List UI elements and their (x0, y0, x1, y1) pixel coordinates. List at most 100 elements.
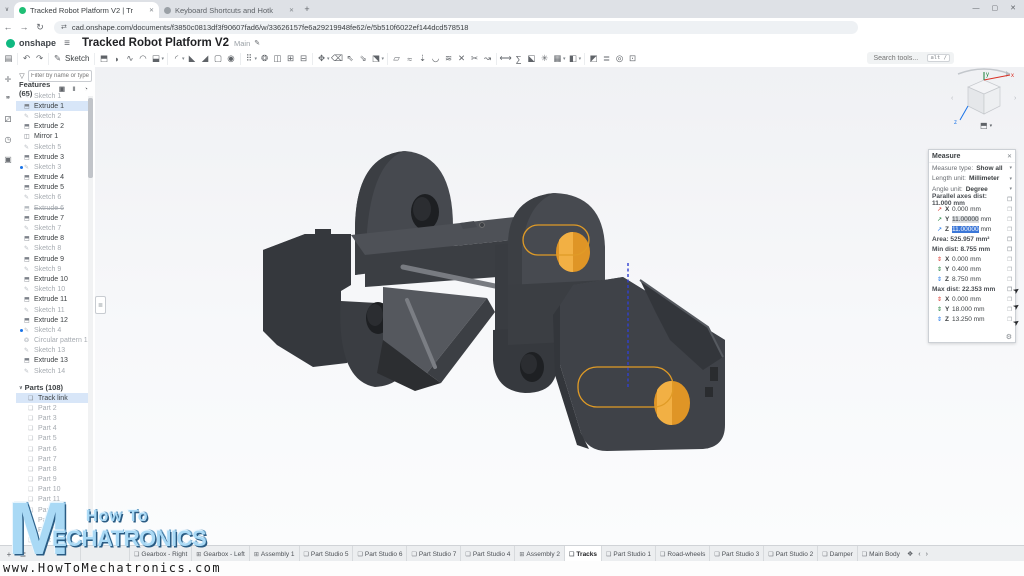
split-icon[interactable]: ⊟ (297, 52, 310, 65)
feature-item[interactable]: ✎Sketch 8 (16, 244, 88, 254)
helix-icon[interactable]: ≈ (403, 52, 416, 65)
close-tab-icon[interactable]: ✕ (289, 7, 294, 14)
chevron-down-icon[interactable]: ▾ (382, 56, 385, 62)
close-icon[interactable]: ✕ (1007, 153, 1012, 160)
part-item[interactable]: ❑Part 7 (16, 454, 88, 464)
feature-item[interactable]: ⬒Extrude 3 (16, 152, 88, 162)
part-item[interactable]: ❑Part 9 (16, 475, 88, 485)
view-options-button[interactable]: ⬒ ▾ (980, 121, 992, 130)
doc-tab-part-studio-6[interactable]: ❑Part Studio 6 (353, 546, 407, 562)
part-item[interactable]: ❑Part 10 (16, 485, 88, 495)
part-item[interactable]: ❑Part 3 (16, 413, 88, 423)
delete-part-icon[interactable]: ⌫ (331, 52, 344, 65)
feature-item[interactable]: ⬒Extrude 12 (16, 315, 88, 325)
measure-icon[interactable]: ⟷ (499, 52, 512, 65)
feature-item[interactable]: ✎Sketch 14 (16, 366, 88, 376)
feature-item[interactable]: ⬒Extrude 2 (16, 122, 88, 132)
chamfer-icon[interactable]: ◣ (186, 52, 199, 65)
project-curve-icon[interactable]: ⇣ (416, 52, 429, 65)
rename-icon[interactable]: ✎ (254, 39, 260, 47)
chevron-down-icon[interactable]: ▾ (327, 56, 330, 62)
next-tabs-icon[interactable]: › (926, 551, 928, 558)
close-tab-icon[interactable]: ✕ (149, 7, 154, 14)
new-tab-button[interactable]: + (299, 4, 315, 14)
part-item[interactable]: ❑Track link (16, 393, 88, 403)
copy-value-icon[interactable]: ❐ (1007, 217, 1012, 223)
revolve-icon[interactable]: ◗ (110, 52, 123, 65)
part-item[interactable]: ❑Part 6 (16, 444, 88, 454)
doc-tab-part-studio-7[interactable]: ❑Part Studio 7 (407, 546, 461, 562)
browser-tab-inactive[interactable]: Keyboard Shortcuts and Hotk ✕ (159, 2, 299, 18)
filter-icon[interactable]: ▽ (16, 72, 28, 80)
sheet-metal-icon[interactable]: ◩ (587, 52, 600, 65)
sketch-icon[interactable]: ✎ (51, 52, 64, 65)
feature-item[interactable]: ⬒Extrude 6 (16, 203, 88, 213)
feature-item[interactable]: ✎Sketch 1 (16, 91, 88, 101)
feature-item[interactable]: ✎Sketch 10 (16, 285, 88, 295)
bridging-curve-icon[interactable]: ◡ (429, 52, 442, 65)
copy-value-icon[interactable]: ❐ (1007, 297, 1012, 303)
reload-icon[interactable]: ↻ (32, 22, 48, 33)
view-cube[interactable]: ‹ › x y z (948, 68, 1020, 126)
feature-item[interactable]: ⬒Extrude 1 (16, 101, 88, 111)
obscured-tab[interactable] (32, 546, 81, 562)
plane-icon[interactable]: ▱ (390, 52, 403, 65)
parts-header[interactable]: ∨ Parts (108) (16, 382, 91, 393)
part-item[interactable]: ❑Part 5 (16, 434, 88, 444)
add-tab-icon[interactable]: + (4, 550, 14, 559)
part-item[interactable]: ❑Part 12 (16, 505, 88, 515)
feature-item[interactable]: ✎Sketch 11 (16, 305, 88, 315)
doc-tab-part-studio-1[interactable]: ❑Part Studio 1 (602, 546, 656, 562)
part-item[interactable]: ❑Part 11 (16, 495, 88, 505)
extrude-icon[interactable]: ⬒ (97, 52, 110, 65)
features-scrollbar[interactable] (88, 96, 93, 545)
back-icon[interactable]: ← (0, 22, 16, 32)
copy-value-icon[interactable]: ❐ (1007, 197, 1012, 203)
feature-item[interactable]: ❂Circular pattern 1 (16, 336, 88, 346)
doc-tab-gearbox-left[interactable]: ⊞Gearbox - Left (192, 546, 250, 562)
feature-item[interactable]: ⬒Extrude 13 (16, 356, 88, 366)
copy-value-icon[interactable]: ❐ (1007, 277, 1012, 283)
chevron-down-icon[interactable]: ▾ (579, 56, 582, 62)
obscured-tab[interactable] (81, 546, 130, 562)
copy-value-icon[interactable]: ❐ (1007, 237, 1012, 243)
doc-tab-part-studio-4[interactable]: ❑Part Studio 4 (461, 546, 515, 562)
section-view-icon[interactable]: ⬕ (525, 52, 538, 65)
doc-tab-part-studio-3[interactable]: ❑Part Studio 3 (710, 546, 764, 562)
tab-list-icon[interactable]: ≣ (18, 550, 28, 559)
forward-icon[interactable]: → (16, 22, 32, 32)
chevron-down-icon[interactable]: ▾ (563, 56, 566, 62)
measure-dropdown[interactable]: Length unit:Millimeter▾ (929, 174, 1015, 185)
gear-icon[interactable]: ⚙ (1006, 333, 1012, 341)
close-button[interactable]: ✕ (1010, 4, 1016, 12)
measure-dropdown[interactable]: Measure type:Show all▾ (929, 163, 1015, 174)
scrollbar-thumb[interactable] (88, 98, 93, 178)
document-menu-icon[interactable]: ≡ (60, 38, 74, 49)
copy-value-icon[interactable]: ❐ (1007, 247, 1012, 253)
isolate-icon[interactable]: ◎ (613, 52, 626, 65)
part-item[interactable]: ❑Part 14 (16, 525, 88, 535)
doc-tab-part-studio-5[interactable]: ❑Part Studio 5 (300, 546, 354, 562)
vertex-point[interactable] (480, 223, 485, 228)
panel-resize-handle[interactable]: ≣ (95, 296, 106, 314)
feature-item[interactable]: ⬒Extrude 10 (16, 274, 88, 284)
circular-pattern-icon[interactable]: ❂ (258, 52, 271, 65)
feature-item[interactable]: ✎Sketch 3 (16, 162, 88, 172)
boolean-icon[interactable]: ⊞ (284, 52, 297, 65)
feature-item[interactable]: ⬒Extrude 9 (16, 254, 88, 264)
part-item[interactable]: ❑Part 2 (16, 403, 88, 413)
search-tools[interactable]: alt / (867, 52, 954, 64)
part-item[interactable]: ❑Part 8 (16, 464, 88, 474)
feature-item[interactable]: ✎Sketch 9 (16, 264, 88, 274)
feature-item[interactable]: ✎Sketch 7 (16, 223, 88, 233)
zoom-fit-icon[interactable]: ⊡ (626, 52, 639, 65)
selection-tools-icon[interactable]: ✛ (0, 71, 16, 87)
part-item[interactable]: ❑Part 15 (16, 536, 88, 545)
model-left-block[interactable] (263, 229, 355, 367)
move-face-icon[interactable]: ⇖ (344, 52, 357, 65)
feature-item[interactable]: ⬒Extrude 5 (16, 183, 88, 193)
feature-item[interactable]: ✎Sketch 2 (16, 111, 88, 121)
draft-icon[interactable]: ◢ (199, 52, 212, 65)
mass-properties-icon[interactable]: ∑ (512, 52, 525, 65)
doc-tab-road-wheels[interactable]: ❑Road-wheels (656, 546, 710, 562)
